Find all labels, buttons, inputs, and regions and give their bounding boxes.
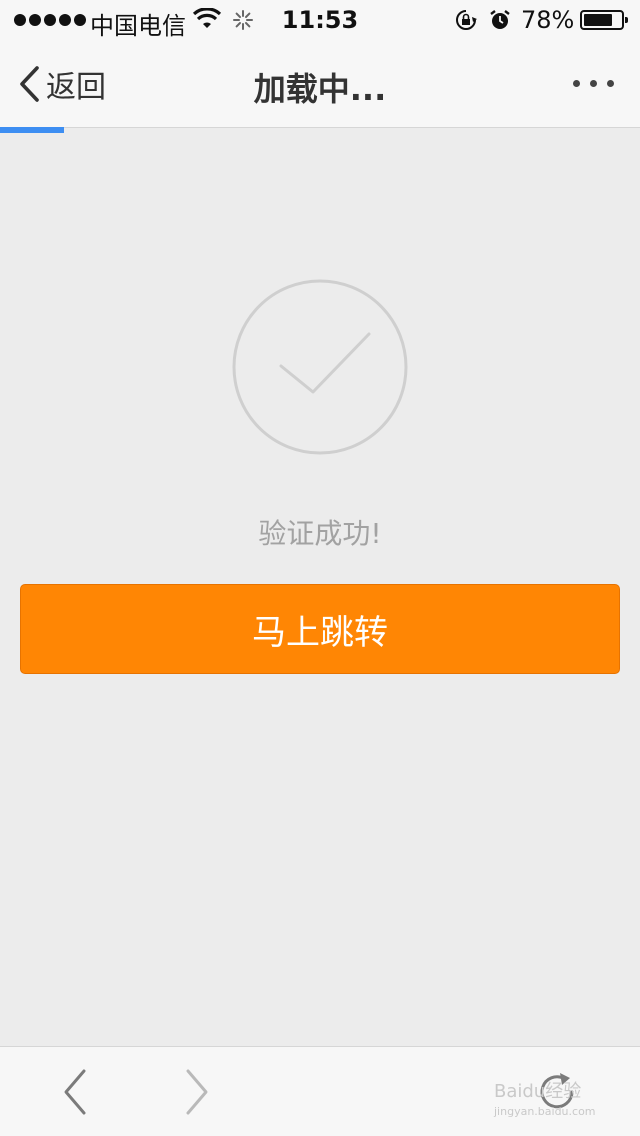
- baidu-jingyan-watermark: Baidu经验 jingyan.baidu.com: [494, 1082, 614, 1122]
- alarm-icon: [490, 10, 510, 29]
- page-title: 加载中...: [253, 70, 387, 108]
- more-options-button[interactable]: [573, 80, 614, 87]
- battery-icon: [580, 10, 628, 30]
- redirect-now-button[interactable]: 马上跳转: [20, 584, 620, 674]
- check-circle-icon: [232, 279, 408, 455]
- browser-forward-icon[interactable]: [182, 1067, 212, 1117]
- watermark-url: jingyan.baidu.com: [494, 1105, 596, 1118]
- verification-success-message: 验证成功!: [258, 517, 382, 550]
- more-dots-icon: [573, 80, 580, 87]
- rotation-lock-icon: [456, 10, 477, 30]
- load-progress-fill: [0, 127, 64, 133]
- battery-fill: [584, 14, 613, 26]
- browser-back-icon[interactable]: [60, 1067, 90, 1117]
- status-bar: 中国电信 11:53 78%: [0, 0, 640, 40]
- nav-bar: 返回 加载中...: [0, 40, 640, 128]
- watermark-title: Baidu经验: [494, 1081, 582, 1102]
- battery-percent: 78%: [521, 6, 575, 34]
- load-progress-bar: [0, 127, 640, 133]
